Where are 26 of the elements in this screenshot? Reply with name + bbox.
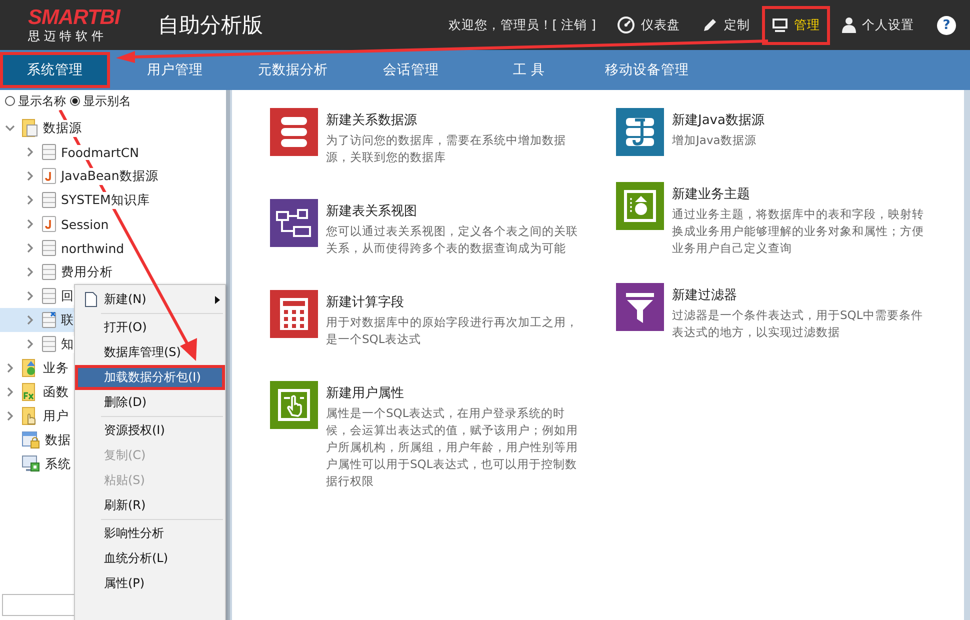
tree-item-label: 系统: [45, 456, 71, 472]
card-description: 用于对数据库中的原始字段进行再次加工之用，是一个SQL表达式: [326, 314, 578, 348]
tree-item-label: 用户: [43, 408, 69, 424]
card-description: 属性是一个SQL表达式，在用户登录系统的时候，会运算出表达式的值，赋予该用户；例如用户所属机构，所属组，用户年龄，用户性别等用户属性可以用于SQL表达式，也可以用于控制数据行权限: [326, 405, 578, 490]
card-description: 您可以通过表关系视图，定义各个表之间的关联关系，从而使得跨多个表的数据查询成为可能: [326, 223, 578, 257]
card-description: 为了访问您的数据库，需要在系统中增加数据源，关联到您的数据库: [326, 132, 567, 166]
logo-text: SMARTBI: [28, 6, 120, 28]
card-description: 增加Java数据源: [672, 132, 758, 149]
tree-item-label: 费用分析: [61, 264, 113, 280]
card-description: 过滤器是一个条件表达式，用于SQL中需要条件表达式的地方，以实现过滤数据: [672, 307, 924, 341]
welcome-text: 欢迎您，管理员！[ 注销 ]: [448, 16, 596, 34]
tree-item-label: SYSTEM知识库: [61, 192, 150, 208]
tree-item-label: 回: [61, 288, 74, 304]
tree-item-label: 函数: [43, 384, 69, 400]
tree-item-label: 数据源: [43, 120, 82, 136]
tree-item-label: 知: [61, 336, 74, 352]
tree-item-label: 联: [61, 312, 74, 328]
tree-item-label: northwind: [61, 240, 124, 256]
logo-subtitle: 思 迈 特 软 件: [28, 28, 104, 44]
tree-item-label: Session: [61, 216, 109, 232]
card-description: 通过业务主题，将数据库中的表和字段，映射转换成业务用户能够理解的业务对象和属性；方便业务用户自己定义查询: [672, 206, 924, 257]
tree-item-label: JavaBean数据源: [61, 168, 158, 184]
tree-item-label: 业务: [43, 360, 69, 376]
product-title: 自助分析版: [158, 12, 263, 39]
tree-item-label: FoodmartCN: [61, 144, 139, 160]
tree-item-label: 数据: [45, 432, 71, 448]
